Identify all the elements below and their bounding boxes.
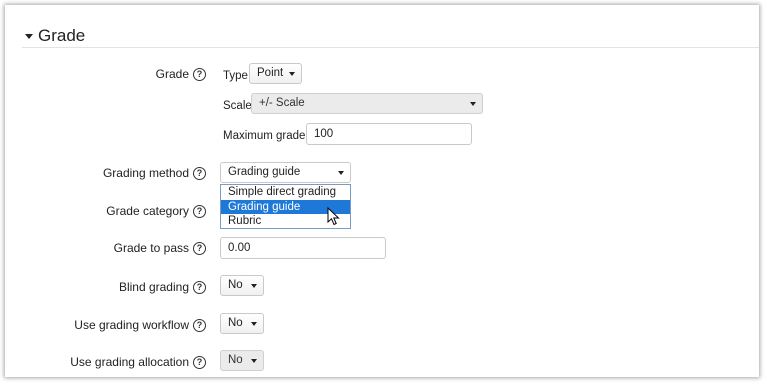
grade-category-label: Grade category	[106, 204, 189, 218]
option-simple-direct-grading[interactable]: Simple direct grading	[221, 185, 350, 200]
section-divider	[22, 47, 759, 48]
mouse-pointer-icon	[327, 207, 340, 226]
grade-to-pass-value: 0.00	[228, 242, 251, 254]
dropdown-arrow-icon	[251, 359, 257, 363]
grade-label: Grade	[155, 67, 189, 81]
grade-type-select[interactable]: Point	[249, 63, 302, 84]
grading-workflow-value: No	[228, 317, 243, 329]
grading-workflow-label: Use grading workflow	[74, 318, 189, 332]
grading-method-select[interactable]: Grading guide	[220, 162, 351, 183]
grade-to-pass-label: Grade to pass	[113, 241, 189, 255]
grade-type-value: Point	[257, 67, 284, 79]
help-icon[interactable]: ?	[193, 356, 206, 369]
section-title: Grade	[38, 26, 86, 45]
grading-method-label: Grading method	[102, 166, 189, 180]
help-icon[interactable]: ?	[193, 68, 206, 81]
scale-value: +/- Scale	[259, 97, 305, 109]
type-label: Type	[223, 70, 248, 82]
dropdown-arrow-icon	[251, 284, 257, 288]
dropdown-arrow-icon	[251, 322, 257, 326]
dropdown-arrow-icon	[338, 171, 344, 175]
grade-to-pass-input[interactable]: 0.00	[220, 237, 386, 259]
grading-allocation-label: Use grading allocation	[70, 355, 189, 369]
blind-grading-value: No	[228, 279, 243, 291]
blind-grading-select[interactable]: No	[220, 275, 264, 296]
help-icon[interactable]: ?	[193, 242, 206, 255]
dropdown-arrow-icon	[470, 102, 476, 106]
caret-down-icon	[25, 34, 33, 39]
max-grade-input[interactable]: 100	[306, 123, 472, 145]
help-icon[interactable]: ?	[193, 281, 206, 294]
max-grade-label: Maximum grade	[223, 130, 306, 142]
grading-allocation-value: No	[228, 354, 243, 366]
settings-panel: Grade Grade ? Type Point Scale +/- Scale…	[5, 5, 759, 377]
grading-workflow-select[interactable]: No	[220, 313, 264, 334]
help-icon[interactable]: ?	[193, 205, 206, 218]
grade-section-toggle[interactable]: Grade	[25, 23, 85, 49]
dropdown-arrow-icon	[289, 72, 295, 76]
blind-grading-label: Blind grading	[118, 280, 189, 294]
help-icon[interactable]: ?	[193, 319, 206, 332]
max-grade-value: 100	[314, 128, 334, 140]
grading-method-value: Grading guide	[228, 166, 301, 178]
help-icon[interactable]: ?	[193, 167, 206, 180]
scale-select[interactable]: +/- Scale	[251, 93, 483, 114]
grading-allocation-select[interactable]: No	[220, 350, 264, 371]
scale-label: Scale	[223, 100, 252, 112]
